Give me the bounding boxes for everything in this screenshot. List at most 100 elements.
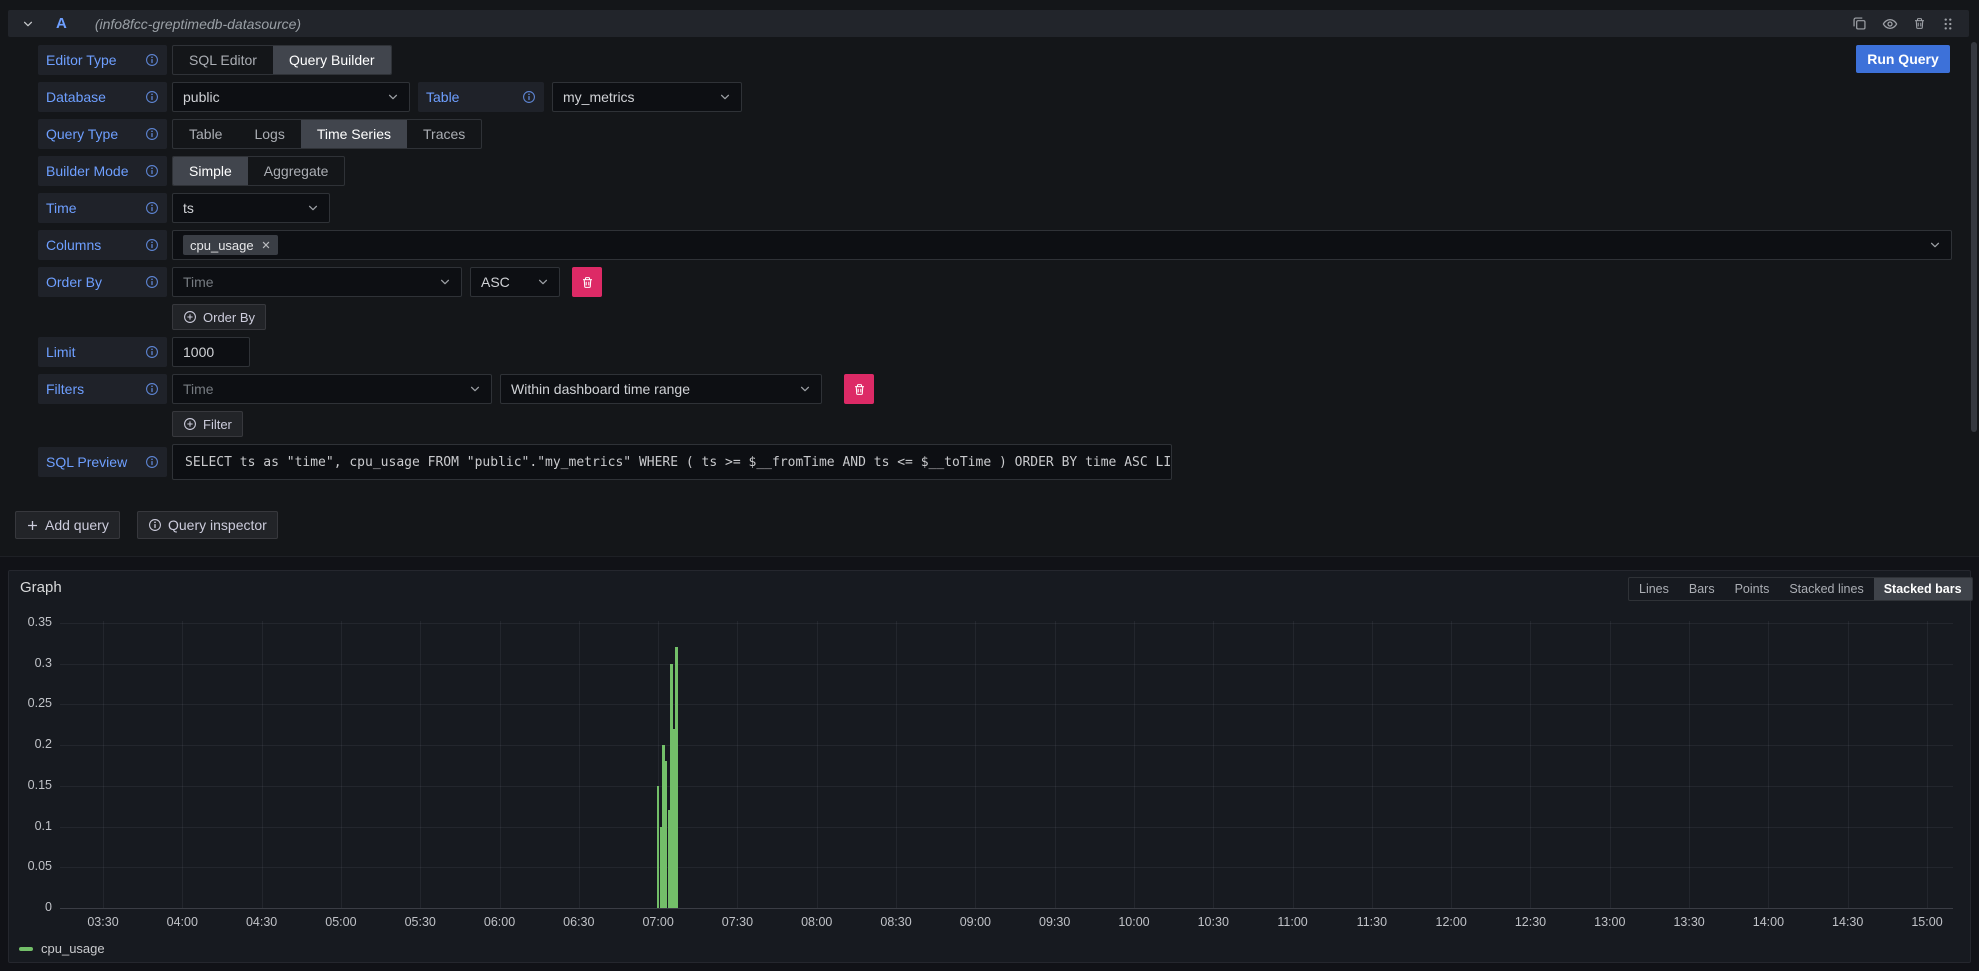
section-divider xyxy=(0,556,1979,557)
remove-order-by-button[interactable] xyxy=(572,267,602,297)
mode-tab-bars[interactable]: Bars xyxy=(1679,578,1725,600)
sql-preview-row: SQL Preview SELECT ts as "time", cpu_usa… xyxy=(0,447,1979,483)
editor-type-option-sql-editor[interactable]: SQL Editor xyxy=(173,46,273,74)
sql-preview-text: SELECT ts as "time", cpu_usage FROM "pub… xyxy=(172,444,1172,480)
sql-preview-label: SQL Preview xyxy=(38,447,167,477)
info-icon[interactable] xyxy=(145,53,159,67)
chevron-down-icon xyxy=(719,91,731,103)
run-query-button[interactable]: Run Query xyxy=(1856,45,1950,73)
plus-icon xyxy=(26,519,39,532)
chevron-down-icon xyxy=(439,276,451,288)
query-type-option-time-series[interactable]: Time Series xyxy=(301,120,407,148)
delete-query-trash-icon[interactable] xyxy=(1913,17,1926,30)
order-by-direction-select[interactable]: ASC xyxy=(470,267,560,297)
mode-tab-stacked-lines[interactable]: Stacked lines xyxy=(1779,578,1873,600)
display-mode-tabs: Lines Bars Points Stacked lines Stacked … xyxy=(1628,577,1973,601)
remove-filter-button[interactable] xyxy=(844,374,874,404)
chevron-down-icon xyxy=(469,383,481,395)
plus-circle-icon xyxy=(183,310,197,324)
builder-mode-option-simple[interactable]: Simple xyxy=(173,157,248,185)
columns-row: Columns cpu_usage xyxy=(0,230,1979,260)
add-order-by-row: Order By xyxy=(0,304,1979,330)
info-icon[interactable] xyxy=(522,90,536,104)
chevron-down-icon xyxy=(307,202,319,214)
limit-input[interactable] xyxy=(172,337,250,367)
builder-mode-switch: Simple Aggregate xyxy=(172,156,345,186)
limit-row: Limit xyxy=(0,337,1979,367)
info-circle-icon xyxy=(148,518,162,532)
chevron-down-icon xyxy=(1929,239,1941,251)
filters-row: Filters Time Within dashboard time range xyxy=(0,374,1979,404)
database-label: Database xyxy=(38,82,167,112)
query-type-row: Query Type Table Logs Time Series Traces xyxy=(0,119,1979,149)
add-order-by-button[interactable]: Order By xyxy=(172,304,266,330)
mode-tab-stacked-bars[interactable]: Stacked bars xyxy=(1874,578,1972,600)
info-icon[interactable] xyxy=(145,127,159,141)
info-icon[interactable] xyxy=(145,345,159,359)
info-icon[interactable] xyxy=(145,238,159,252)
editor-type-label: Editor Type xyxy=(38,45,167,75)
trash-icon xyxy=(581,276,594,289)
query-inspector-button[interactable]: Query inspector xyxy=(137,511,278,539)
chevron-down-icon xyxy=(537,276,549,288)
chevron-down-icon xyxy=(799,383,811,395)
legend-swatch-cpu-usage xyxy=(19,947,33,951)
filters-label: Filters xyxy=(38,374,167,404)
database-select[interactable]: public xyxy=(172,82,410,112)
editor-type-row: Editor Type SQL Editor Query Builder Run… xyxy=(0,45,1979,75)
info-icon[interactable] xyxy=(145,164,159,178)
limit-label: Limit xyxy=(38,337,167,367)
panel-title: Graph xyxy=(20,579,62,596)
filter-condition-select[interactable]: Within dashboard time range xyxy=(500,374,822,404)
builder-mode-label: Builder Mode xyxy=(38,156,167,186)
query-type-option-table[interactable]: Table xyxy=(173,120,238,148)
chart-legend: cpu_usage xyxy=(19,941,105,956)
builder-mode-option-aggregate[interactable]: Aggregate xyxy=(248,157,345,185)
query-type-option-logs[interactable]: Logs xyxy=(238,120,300,148)
collapse-query-icon[interactable] xyxy=(22,18,34,30)
query-type-label: Query Type xyxy=(38,119,167,149)
mode-tab-points[interactable]: Points xyxy=(1725,578,1780,600)
remove-column-close-icon[interactable] xyxy=(261,240,271,250)
grafana-query-editor-page: A (info8fcc-greptimedb-datasource) Edito… xyxy=(0,0,1979,971)
order-by-row: Order By Time ASC xyxy=(0,267,1979,297)
columns-multiselect[interactable]: cpu_usage xyxy=(172,230,1952,260)
table-select[interactable]: my_metrics xyxy=(552,82,742,112)
toggle-visibility-eye-icon[interactable] xyxy=(1882,16,1898,32)
trash-icon xyxy=(853,383,866,396)
order-by-label: Order By xyxy=(38,267,167,297)
time-label: Time xyxy=(38,193,167,223)
filter-field-select[interactable]: Time xyxy=(172,374,492,404)
add-filter-button[interactable]: Filter xyxy=(172,411,243,437)
plus-circle-icon xyxy=(183,417,197,431)
mode-tab-lines[interactable]: Lines xyxy=(1629,578,1679,600)
info-icon[interactable] xyxy=(145,201,159,215)
column-chip-cpu-usage[interactable]: cpu_usage xyxy=(183,235,278,255)
query-type-option-traces[interactable]: Traces xyxy=(407,120,481,148)
query-footer-row: Add query Query inspector xyxy=(0,511,1979,539)
time-row: Time ts xyxy=(0,193,1979,223)
add-query-button[interactable]: Add query xyxy=(15,511,120,539)
editor-type-switch: SQL Editor Query Builder xyxy=(172,45,392,75)
datasource-name: (info8fcc-greptimedb-datasource) xyxy=(95,16,301,32)
columns-label: Columns xyxy=(38,230,167,260)
page-scrollbar-thumb[interactable] xyxy=(1971,42,1977,432)
database-row: Database public Table my_metrics xyxy=(0,82,1979,112)
time-column-select[interactable]: ts xyxy=(172,193,330,223)
chevron-down-icon xyxy=(387,91,399,103)
duplicate-query-icon[interactable] xyxy=(1852,16,1867,31)
query-header-actions xyxy=(1852,16,1955,32)
query-type-switch: Table Logs Time Series Traces xyxy=(172,119,482,149)
info-icon[interactable] xyxy=(145,275,159,289)
info-icon[interactable] xyxy=(145,455,159,469)
info-icon[interactable] xyxy=(145,90,159,104)
builder-mode-row: Builder Mode Simple Aggregate xyxy=(0,156,1979,186)
legend-label-cpu-usage[interactable]: cpu_usage xyxy=(41,941,105,956)
query-header-bar[interactable]: A (info8fcc-greptimedb-datasource) xyxy=(8,10,1969,37)
query-ref-id: A xyxy=(56,15,67,32)
drag-handle-icon[interactable] xyxy=(1941,17,1955,31)
order-by-field-select[interactable]: Time xyxy=(172,267,462,297)
query-editor-section: A (info8fcc-greptimedb-datasource) Edito… xyxy=(0,0,1979,557)
editor-type-option-query-builder[interactable]: Query Builder xyxy=(273,46,391,74)
info-icon[interactable] xyxy=(145,382,159,396)
